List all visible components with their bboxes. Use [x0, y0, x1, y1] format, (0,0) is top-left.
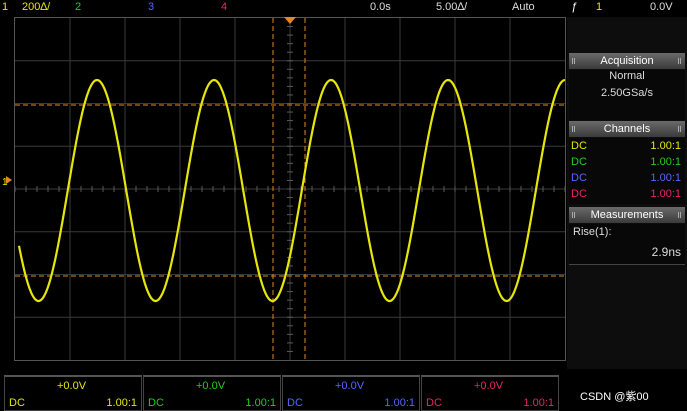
- channel-probe: 1.00:1: [650, 140, 681, 152]
- channel-coupling: DC: [571, 140, 587, 152]
- status-bar: 1 200∆/ 2 3 4 0.0s 5.00∆/ Auto ƒ 1 0.0V: [0, 0, 687, 16]
- channel-offset: +0.0V: [474, 380, 504, 392]
- channel-2-number[interactable]: 2: [75, 1, 81, 13]
- channel-4-number[interactable]: 4: [221, 1, 227, 13]
- measurements-header[interactable]: Measurements: [569, 207, 685, 223]
- channels-title: Channels: [603, 123, 651, 135]
- channel-coupling: DC: [426, 397, 442, 409]
- channel-probe: 1.00:1: [245, 397, 276, 409]
- channel-probe: 1.00:1: [384, 397, 415, 409]
- channel-probe: 1.00:1: [650, 188, 681, 200]
- grip-icon: [678, 212, 682, 218]
- trigger-edge-icon: ƒ: [571, 1, 578, 13]
- channel-4-box[interactable]: +0.0V DC 1.00:1: [421, 375, 559, 411]
- trigger-source[interactable]: 1: [596, 1, 602, 13]
- grip-icon: [678, 126, 682, 132]
- channel-coupling: DC: [9, 397, 25, 409]
- acquisition-header[interactable]: Acquisition: [569, 53, 685, 69]
- channel-probe: 1.00:1: [650, 172, 681, 184]
- channel-coupling: DC: [148, 397, 164, 409]
- measurements-title: Measurements: [590, 209, 664, 221]
- channel-row-4[interactable]: DC 1.00:1: [569, 188, 685, 202]
- acquisition-mode: Normal: [609, 70, 645, 82]
- channel-offset: +0.0V: [57, 380, 87, 392]
- acquisition-panel: Normal 2.50GSa/s: [569, 70, 685, 120]
- channels-header[interactable]: Channels: [569, 121, 685, 137]
- watermark: CSDN @紫00: [580, 391, 649, 403]
- measurement-label: Rise(1):: [573, 226, 612, 238]
- channel-row-2[interactable]: DC 1.00:1: [569, 156, 685, 170]
- channel-1-trace: [17, 78, 565, 303]
- channel-probe: 1.00:1: [106, 397, 137, 409]
- channel-offset: +0.0V: [196, 380, 226, 392]
- channel-coupling: DC: [571, 188, 587, 200]
- channel-1-scale[interactable]: 200∆/: [22, 1, 50, 13]
- trigger-level[interactable]: 0.0V: [650, 1, 673, 13]
- channel-probe: 1.00:1: [523, 397, 554, 409]
- grip-icon: [678, 58, 682, 64]
- channel-2-box[interactable]: +0.0V DC 1.00:1: [143, 375, 281, 411]
- channel-3-number[interactable]: 3: [148, 1, 154, 13]
- trigger-mode[interactable]: Auto: [512, 1, 535, 13]
- measurement-value: 2.9ns: [651, 245, 681, 259]
- acquisition-title: Acquisition: [600, 55, 654, 67]
- channels-panel: DC 1.00:1 DC 1.00:1 DC 1.00:1 DC 1.00:1: [569, 138, 685, 204]
- channel-probe: 1.00:1: [650, 156, 681, 168]
- channel-row-1[interactable]: DC 1.00:1: [569, 140, 685, 154]
- trigger-position-marker[interactable]: [284, 17, 296, 24]
- channel-offset: +0.0V: [335, 380, 365, 392]
- timebase[interactable]: 5.00∆/: [436, 1, 467, 13]
- trigger-level-marker[interactable]: [6, 176, 12, 184]
- channel-coupling: DC: [287, 397, 303, 409]
- channel-row-3[interactable]: DC 1.00:1: [569, 172, 685, 186]
- side-panel: Acquisition Normal 2.50GSa/s Channels DC…: [567, 17, 687, 369]
- grip-icon: [572, 126, 576, 132]
- waveform-display[interactable]: [14, 17, 566, 361]
- grip-icon: [572, 58, 576, 64]
- channel-coupling: DC: [571, 156, 587, 168]
- sample-rate: 2.50GSa/s: [601, 87, 653, 99]
- grip-icon: [572, 212, 576, 218]
- measurements-panel: Rise(1): 2.9ns: [569, 224, 685, 265]
- channel-1-number[interactable]: 1: [2, 1, 8, 13]
- channel-1-box[interactable]: +0.0V DC 1.00:1: [4, 375, 142, 411]
- channel-coupling: DC: [571, 172, 587, 184]
- channel-3-box[interactable]: +0.0V DC 1.00:1: [282, 375, 420, 411]
- horizontal-delay[interactable]: 0.0s: [370, 1, 391, 13]
- waveform-graticule: [15, 18, 565, 360]
